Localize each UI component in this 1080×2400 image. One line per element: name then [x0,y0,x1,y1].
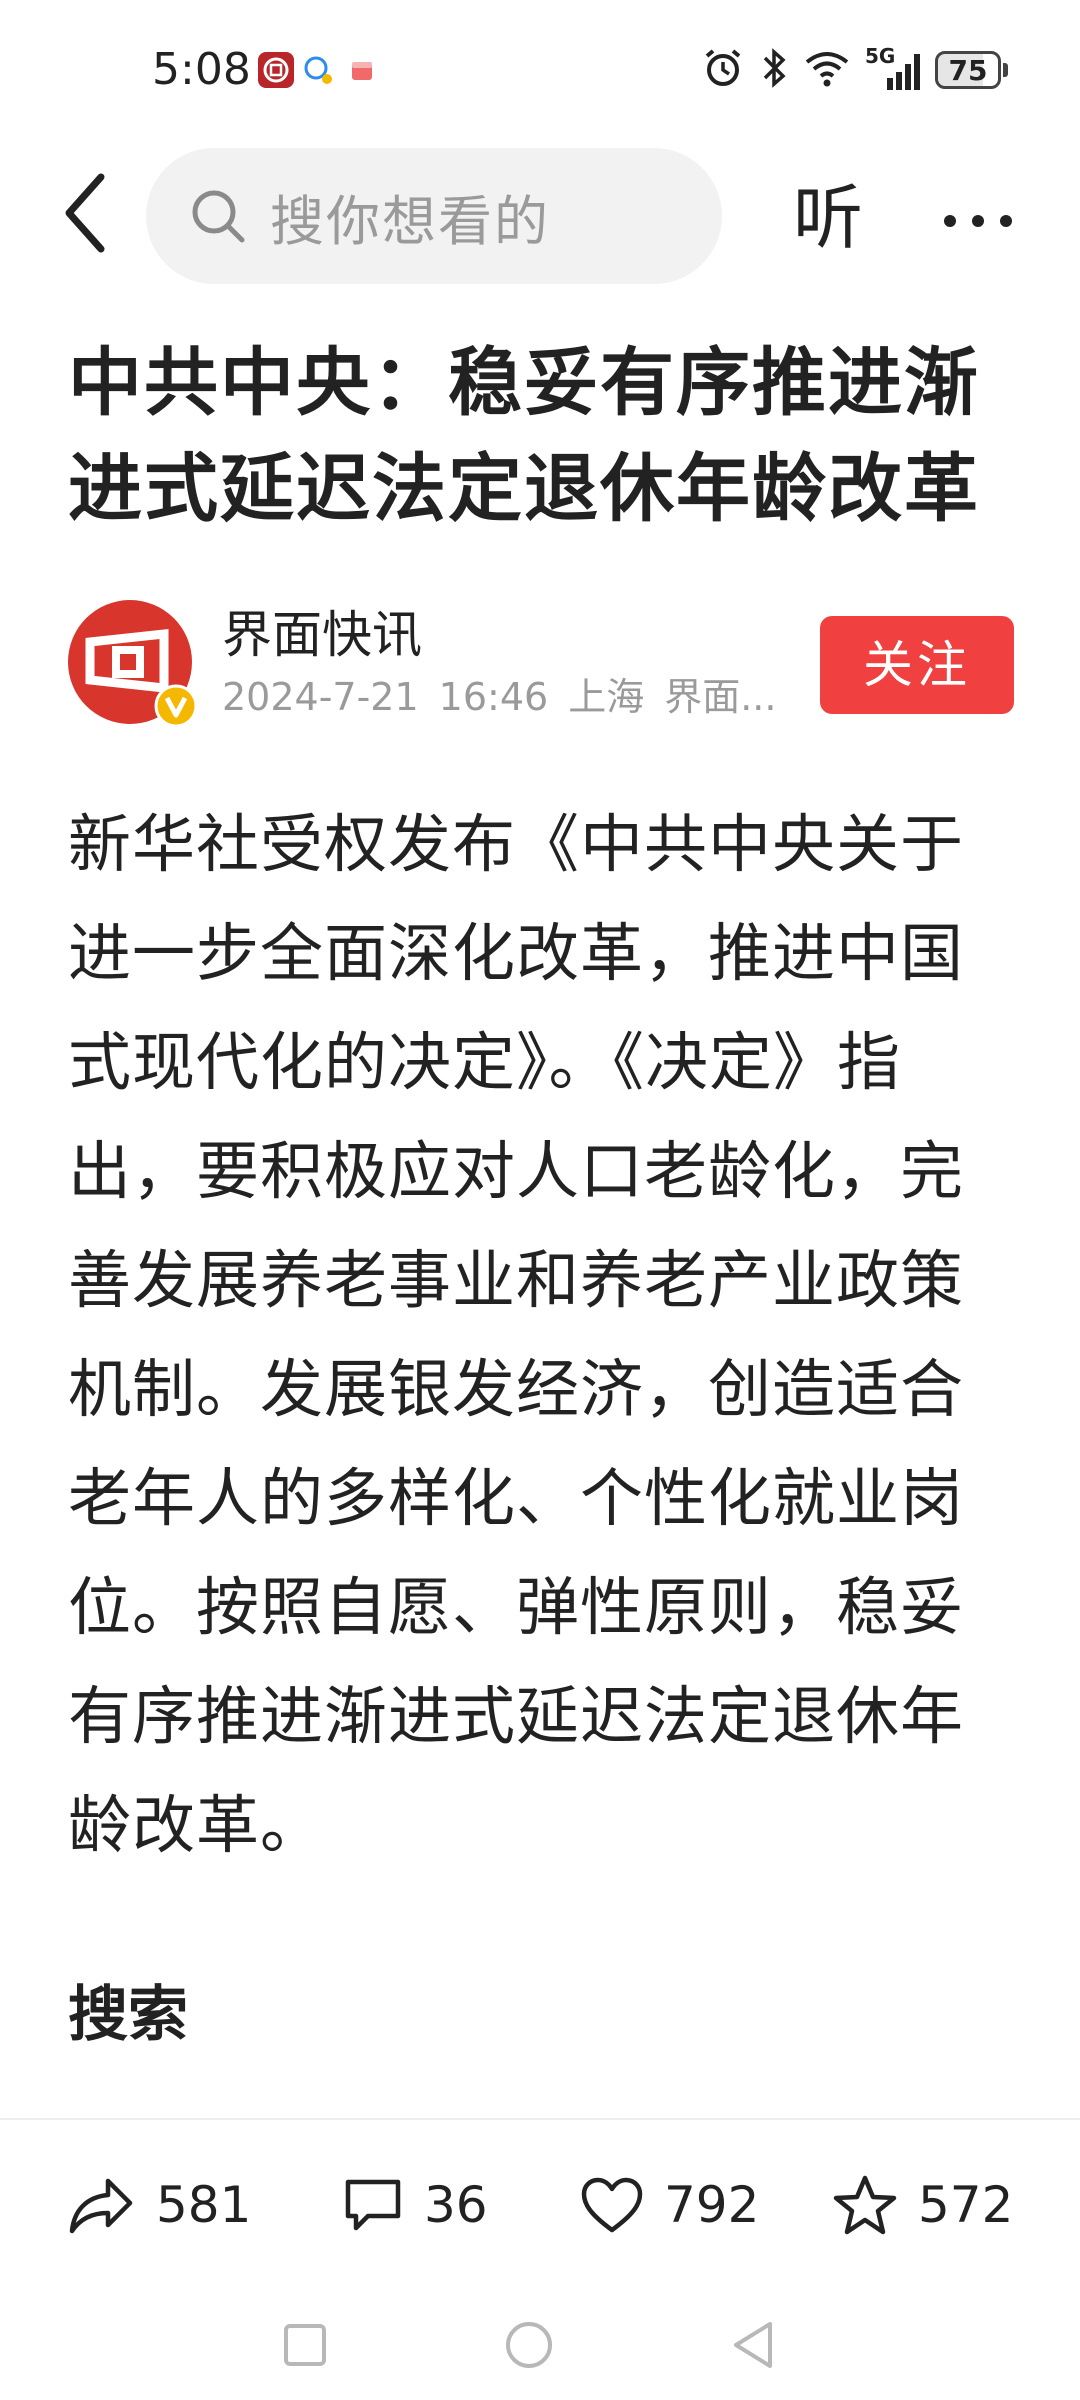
battery-level: 75 [935,51,1001,89]
status-indicators: 5G 75 [701,44,1008,96]
battery-tip [1003,63,1008,77]
publish-location: 上海 [568,675,645,719]
cellular-signal-icon: 5G [865,44,921,92]
publish-time: 16:46 [438,675,549,719]
article-page: 5:08 5G 75 搜你想看的 听 中共中央：稳妥有序推进渐进式延迟法定退休年… [0,0,1080,2400]
favorite-button[interactable]: 572 [832,2150,1013,2260]
article-body: 新华社受权发布《中共中央关于进一步全面深化改革，推进中国式现代化的决定》。《决定… [68,808,964,1862]
heart-icon [581,2177,643,2233]
author-row: 界面快讯 2024-7-21 16:46 上海 界面... 关注 [68,600,1018,730]
favorite-count: 572 [918,2176,1014,2234]
search-placeholder: 搜你想看的 [270,189,550,253]
share-count: 581 [156,2176,252,2234]
comment-icon [345,2179,401,2231]
verified-badge-icon [154,684,198,728]
circle-icon [506,2322,552,2368]
author-meta: 2024-7-21 16:46 上海 界面... [222,672,842,722]
system-back-button[interactable] [718,2310,788,2380]
battery-indicator: 75 [935,51,1008,89]
publish-source: 界面... [664,675,777,719]
top-bar: 搜你想看的 听 [0,140,1080,290]
author-avatar[interactable] [68,600,198,728]
search-input[interactable]: 搜你想看的 [146,148,722,284]
like-count: 792 [664,2176,760,2234]
chat-app-icon [300,52,336,88]
system-nav-bar [0,2290,1080,2400]
status-bar: 5:08 5G 75 [0,0,1080,140]
back-arrow-icon [65,173,105,253]
divider [0,2118,1080,2120]
wifi-icon [803,46,851,94]
more-icon [944,215,1012,227]
action-bar: 581 36 792 572 [0,2150,1080,2260]
status-time: 5:08 [152,44,251,95]
article-title: 中共中央：稳妥有序推进渐进式延迟法定退休年龄改革 [68,340,980,532]
recents-button[interactable] [270,2310,340,2380]
search-section-heading: 搜索 [68,1980,188,2050]
bank-app-icon [258,52,294,88]
search-icon [192,190,245,243]
alarm-icon [701,46,745,94]
more-button[interactable] [938,186,1018,256]
share-icon [69,2178,133,2234]
publish-date: 2024-7-21 [222,675,419,719]
share-button[interactable]: 581 [68,2150,251,2260]
author-name[interactable]: 界面快讯 [222,600,422,670]
back-button[interactable] [46,168,126,258]
comment-button[interactable]: 36 [342,2150,488,2260]
shop-app-icon [344,52,380,88]
star-icon [833,2175,897,2235]
square-icon [284,2324,326,2366]
triangle-back-icon [734,2322,772,2368]
listen-button[interactable]: 听 [778,170,878,266]
like-button[interactable]: 792 [580,2150,759,2260]
comment-count: 36 [424,2176,488,2234]
follow-button[interactable]: 关注 [820,616,1014,714]
home-button[interactable] [494,2310,564,2380]
bluetooth-icon [759,46,789,94]
